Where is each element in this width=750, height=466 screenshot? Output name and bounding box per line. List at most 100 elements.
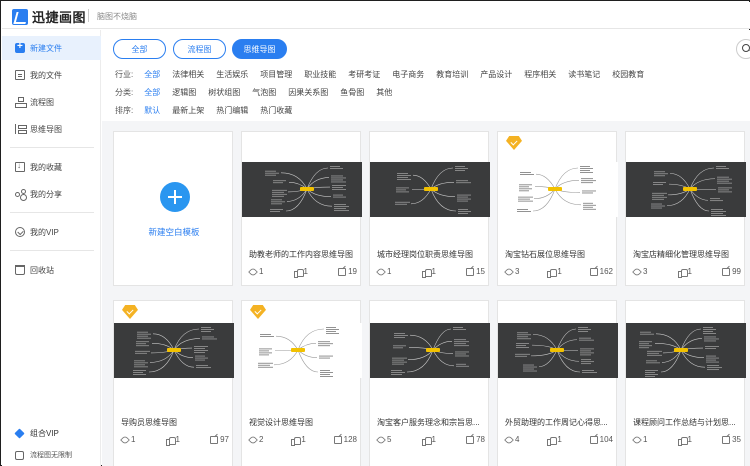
template-thumbnail[interactable] — [242, 323, 362, 378]
sidebar-item-mindmap[interactable]: 思维导图 — [2, 117, 101, 141]
like-count[interactable]: 1 — [165, 435, 180, 446]
like-count[interactable]: 1 — [293, 267, 308, 278]
filter-option[interactable]: 其他 — [376, 87, 392, 98]
filter-option[interactable]: 电子商务 — [392, 69, 424, 80]
like-count-value: 1 — [687, 435, 692, 444]
vip-promo[interactable]: 组合VIP — [14, 428, 59, 439]
eye-icon — [120, 434, 130, 445]
template-title[interactable]: 淘宝店精细化管理思维导图 — [633, 249, 741, 260]
logo[interactable]: 迅捷画图 — [12, 7, 86, 26]
filter-option[interactable]: 全部 — [144, 69, 160, 80]
share-icon — [15, 189, 26, 199]
template-title[interactable]: 外贸助理的工作周记心得思... — [505, 417, 613, 428]
like-count[interactable]: 1 — [677, 435, 692, 446]
like-count[interactable]: 1 — [677, 267, 692, 278]
template-thumbnail[interactable] — [370, 162, 490, 217]
filter-option[interactable]: 产品设计 — [480, 69, 512, 80]
search-button[interactable] — [736, 39, 750, 59]
template-thumbnail[interactable] — [626, 323, 746, 378]
like-count-value: 1 — [431, 267, 436, 276]
tab-mindmap[interactable]: 思维导图 — [232, 39, 287, 59]
sidebar-item-my-files[interactable]: 我的文件 — [2, 63, 101, 87]
sidebar-item-trash[interactable]: 回收站 — [2, 258, 101, 282]
eye-icon — [248, 434, 258, 445]
eye-icon — [632, 434, 642, 445]
template-thumbnail[interactable] — [498, 323, 618, 378]
view-count-value: 3 — [643, 267, 648, 276]
filter-option[interactable]: 法律相关 — [172, 69, 204, 80]
view-count: 4 — [504, 434, 520, 445]
cloud-icon — [15, 450, 24, 460]
template-thumbnail[interactable] — [626, 162, 746, 217]
tab-flowchart[interactable]: 流程图 — [173, 39, 226, 59]
filter-option[interactable]: 树状组图 — [208, 87, 240, 98]
filter-option[interactable]: 生活娱乐 — [216, 69, 248, 80]
filter-option[interactable]: 职业技能 — [304, 69, 336, 80]
thumbs-up-icon — [677, 268, 688, 278]
edit-icon — [210, 435, 219, 444]
filter-option[interactable]: 项目管理 — [260, 69, 292, 80]
filter-option[interactable]: 热门收藏 — [260, 105, 292, 116]
template-card[interactable]: 课程顾问工作总结与计划思... 1 1 35 — [625, 300, 746, 466]
template-card[interactable]: 视觉设计思维导图 2 1 128 — [241, 300, 362, 466]
template-thumbnail[interactable] — [498, 162, 618, 217]
template-stats: 4 1 104 — [504, 434, 613, 446]
top-bar: 迅捷画图 脑图不烧脑 — [2, 2, 750, 29]
template-title[interactable]: 视觉设计思维导图 — [249, 417, 357, 428]
filter-option[interactable]: 鱼骨图 — [340, 87, 364, 98]
filter-industry: 行业: 全部 法律相关 生活娱乐 项目管理 职业技能 考研考证 电子商务 教育培… — [115, 67, 656, 81]
filter-option[interactable]: 因果关系图 — [288, 87, 328, 98]
template-card[interactable]: 淘宝店精细化管理思维导图 3 1 99 — [625, 131, 746, 286]
logo-icon — [12, 8, 28, 25]
sidebar-item-share[interactable]: 我的分享 — [2, 182, 101, 206]
filter-option[interactable]: 热门编辑 — [216, 105, 248, 116]
use-count-value: 97 — [220, 435, 229, 444]
sidebar-item-collect[interactable]: 我的收藏 — [2, 155, 101, 179]
like-count[interactable]: 1 — [421, 267, 436, 278]
template-title[interactable]: 助教老师的工作内容思维导图 — [249, 249, 357, 260]
sidebar-item-flowchart[interactable]: 流程图 — [2, 90, 101, 114]
template-thumbnail[interactable] — [370, 323, 490, 378]
template-card[interactable]: 淘宝钻石展位思维导图 3 1 162 — [497, 131, 618, 286]
filter-option[interactable]: 考研考证 — [348, 69, 380, 80]
filter-option[interactable]: 校园教育 — [612, 69, 644, 80]
template-card[interactable]: 外贸助理的工作周记心得思... 4 1 104 — [497, 300, 618, 466]
use-count-value: 35 — [732, 435, 741, 444]
template-thumbnail[interactable] — [114, 323, 234, 378]
edit-icon — [589, 435, 598, 444]
eye-icon — [504, 434, 514, 445]
template-title[interactable]: 城市经理岗位职责思维导图 — [377, 249, 485, 260]
template-title[interactable]: 淘宝客户服务理念和宗旨思... — [377, 417, 485, 428]
sidebar-item-label: 我的分享 — [30, 189, 62, 199]
like-count[interactable]: 1 — [547, 267, 562, 278]
template-card[interactable]: 淘宝客户服务理念和宗旨思... 5 1 78 — [369, 300, 490, 466]
like-count[interactable]: 1 — [291, 435, 306, 446]
filter-option[interactable]: 教育培训 — [436, 69, 468, 80]
filter-option[interactable]: 全部 — [144, 87, 160, 98]
like-count[interactable]: 1 — [547, 435, 562, 446]
filter-option[interactable]: 读书笔记 — [568, 69, 600, 80]
mindmap-icon — [15, 124, 27, 134]
view-count: 2 — [248, 434, 263, 445]
template-title[interactable]: 淘宝钻石展位思维导图 — [505, 249, 613, 260]
template-card[interactable]: 导购员思维导图 1 1 97 — [113, 300, 234, 466]
view-count-value: 4 — [515, 435, 520, 444]
filter-option[interactable]: 逻辑图 — [172, 87, 196, 98]
template-thumbnail[interactable] — [242, 162, 362, 217]
new-blank-template-card[interactable]: 新建空白模板 — [113, 131, 233, 286]
sidebar-item-vip[interactable]: 我的VIP — [2, 220, 101, 244]
tab-all[interactable]: 全部 — [113, 39, 166, 59]
use-count: 35 — [722, 435, 741, 444]
filter-option[interactable]: 默认 — [144, 105, 160, 116]
template-card[interactable]: 助教老师的工作内容思维导图 1 1 19 — [241, 131, 362, 286]
template-card[interactable]: 城市经理岗位职责思维导图 1 1 15 — [369, 131, 490, 286]
filter-option[interactable]: 最新上架 — [172, 105, 204, 116]
template-title[interactable]: 导购员思维导图 — [121, 417, 229, 428]
slogan: 脑图不烧脑 — [97, 12, 137, 21]
template-title[interactable]: 课程顾问工作总结与计划思... — [633, 417, 741, 428]
filter-option[interactable]: 气泡图 — [252, 87, 276, 98]
view-count-value: 1 — [259, 267, 264, 276]
like-count[interactable]: 1 — [421, 435, 436, 446]
sidebar-item-new-file[interactable]: 新建文件 — [2, 36, 101, 60]
filter-option[interactable]: 程序相关 — [524, 69, 556, 80]
